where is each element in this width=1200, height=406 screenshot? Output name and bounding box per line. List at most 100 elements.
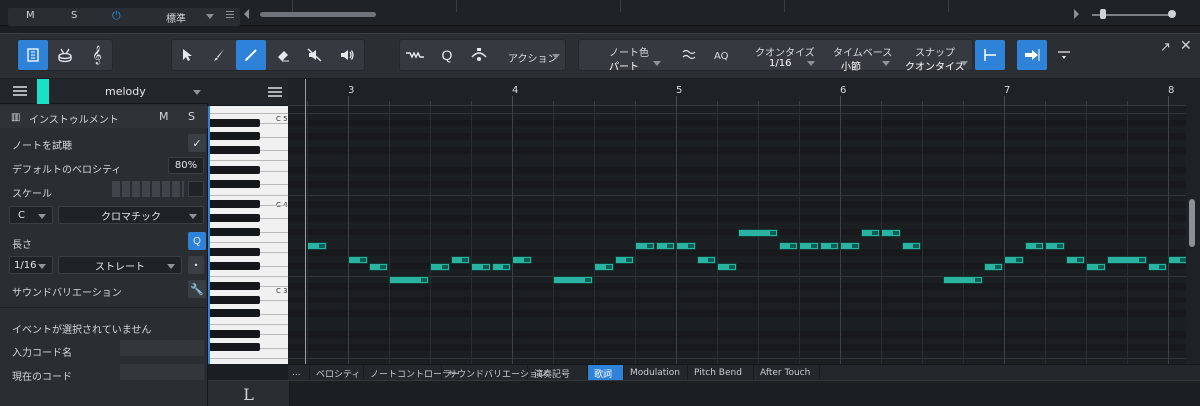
timebase-select[interactable]: 小節 — [841, 58, 861, 73]
midi-note[interactable] — [778, 242, 798, 251]
vertical-scrollbar[interactable] — [1186, 79, 1200, 364]
arrow-tool-button[interactable] — [172, 40, 202, 70]
midi-note[interactable] — [983, 262, 1003, 271]
lane-tab-modulation[interactable]: Modulation — [624, 365, 688, 381]
black-key[interactable] — [210, 329, 260, 338]
length-type-select[interactable]: ストレート — [58, 256, 182, 274]
midi-note[interactable] — [1004, 255, 1024, 264]
chevron-down-icon[interactable] — [653, 61, 661, 66]
chevron-down-icon[interactable] — [193, 90, 201, 95]
black-key[interactable] — [210, 145, 260, 154]
drum-view-button[interactable] — [50, 40, 80, 70]
quantize-button[interactable]: Q — [432, 40, 462, 70]
black-key[interactable] — [210, 118, 260, 127]
mute-tool-button[interactable] — [300, 40, 330, 70]
lane-tab-pitch-bend[interactable]: Pitch Bend — [688, 365, 754, 381]
black-key[interactable] — [210, 227, 260, 236]
mute-button[interactable]: M — [159, 110, 169, 123]
solo-button[interactable]: S — [188, 110, 195, 123]
black-key[interactable] — [210, 295, 260, 304]
midi-note[interactable] — [512, 255, 532, 264]
midi-note[interactable] — [348, 255, 368, 264]
black-key[interactable] — [210, 200, 260, 209]
midi-note[interactable] — [1065, 255, 1085, 264]
black-key[interactable] — [210, 166, 260, 175]
scale-type-select[interactable]: クロマチック — [58, 206, 204, 224]
scroll-thumb[interactable] — [260, 12, 376, 17]
inspector-toggle-button[interactable] — [18, 40, 48, 70]
lyrics-lane[interactable]: L — [208, 380, 1200, 406]
black-key[interactable] — [210, 213, 260, 222]
action-menu[interactable]: アクション — [508, 50, 558, 65]
wrench-icon[interactable]: 🔧 — [188, 280, 206, 298]
timeline-ruler[interactable]: 3 4 5 6 7 8 — [288, 79, 1186, 106]
lane-tab-lyrics[interactable]: 歌詞 — [588, 365, 624, 381]
midi-note[interactable] — [450, 255, 470, 264]
midi-note[interactable] — [430, 262, 450, 271]
follow-playback-button[interactable] — [1017, 40, 1047, 70]
scale-keyboard[interactable] — [112, 181, 184, 197]
eraser-tool-button[interactable] — [268, 40, 298, 70]
midi-note[interactable] — [840, 242, 860, 251]
length-quantize-link-button[interactable]: Q — [188, 232, 206, 250]
midi-note[interactable] — [594, 262, 614, 271]
scroll-thumb[interactable] — [1189, 199, 1195, 247]
track-color-swatch[interactable] — [37, 79, 49, 104]
chevron-down-icon[interactable] — [807, 61, 815, 66]
midi-note[interactable] — [553, 276, 593, 285]
black-key[interactable] — [210, 282, 260, 291]
piano-roll-grid[interactable] — [288, 106, 1186, 364]
transpose-button[interactable] — [400, 40, 430, 70]
horizontal-scrollbar[interactable] — [244, 9, 1194, 19]
scale-root-select[interactable]: C — [9, 206, 53, 224]
midi-note[interactable] — [881, 228, 901, 237]
close-icon[interactable]: ✕ — [1180, 38, 1192, 54]
midi-note[interactable] — [368, 262, 388, 271]
midi-note[interactable] — [860, 228, 880, 237]
midi-note[interactable] — [1168, 255, 1186, 264]
midi-note[interactable] — [717, 262, 737, 271]
score-view-button[interactable]: 𝄞 — [82, 40, 112, 70]
midi-note[interactable] — [942, 276, 983, 285]
listen-tool-button[interactable] — [332, 40, 362, 70]
solo-button[interactable]: S — [71, 10, 77, 21]
snap-toggle-button[interactable] — [975, 40, 1005, 70]
midi-note[interactable] — [389, 276, 429, 285]
midi-note[interactable] — [471, 262, 491, 271]
midi-note[interactable] — [614, 255, 634, 264]
midi-note[interactable] — [1147, 262, 1167, 271]
midi-note[interactable] — [1106, 255, 1147, 264]
zoom-slider-handle[interactable] — [1100, 9, 1106, 19]
input-chord-field[interactable] — [120, 340, 204, 356]
legato-button[interactable] — [464, 40, 494, 70]
lane-tab-after-touch[interactable]: After Touch — [754, 365, 820, 381]
black-key[interactable] — [210, 179, 260, 188]
chevron-down-icon[interactable] — [960, 61, 968, 66]
lane-tab-articulation[interactable]: 演奏記号 — [528, 365, 588, 381]
brush-tool-button[interactable] — [204, 40, 234, 70]
midi-note[interactable] — [799, 242, 819, 251]
zoom-slider-end[interactable] — [1168, 10, 1176, 18]
midi-note[interactable] — [655, 242, 675, 251]
piano-keyboard[interactable]: C 5 C 4 C 3 — [208, 106, 288, 364]
black-key[interactable] — [210, 309, 260, 318]
midi-note[interactable] — [901, 242, 921, 251]
power-icon[interactable]: ⏻ — [112, 9, 121, 23]
menu-icon[interactable] — [226, 11, 234, 18]
midi-note[interactable] — [1045, 242, 1065, 251]
scroll-right-icon[interactable] — [1074, 9, 1079, 19]
midi-note[interactable] — [676, 242, 696, 251]
black-key[interactable] — [210, 261, 260, 270]
lane-tab-note-controller[interactable]: ノートコントローラー — [364, 365, 460, 381]
track-name[interactable]: melody — [105, 85, 146, 98]
pencil-tool-button[interactable] — [236, 40, 266, 70]
snap-select[interactable]: クオンタイズ — [905, 58, 965, 73]
chevron-down-icon[interactable] — [206, 14, 214, 19]
black-key[interactable] — [210, 343, 260, 352]
aq-button[interactable]: AQ — [714, 51, 729, 62]
midi-note[interactable] — [307, 242, 327, 251]
scroll-left-icon[interactable] — [244, 9, 249, 19]
lane-tab-sound-variation[interactable]: サウンドバリエーション — [442, 365, 547, 381]
black-key[interactable] — [210, 132, 260, 141]
midi-note[interactable] — [737, 228, 778, 237]
